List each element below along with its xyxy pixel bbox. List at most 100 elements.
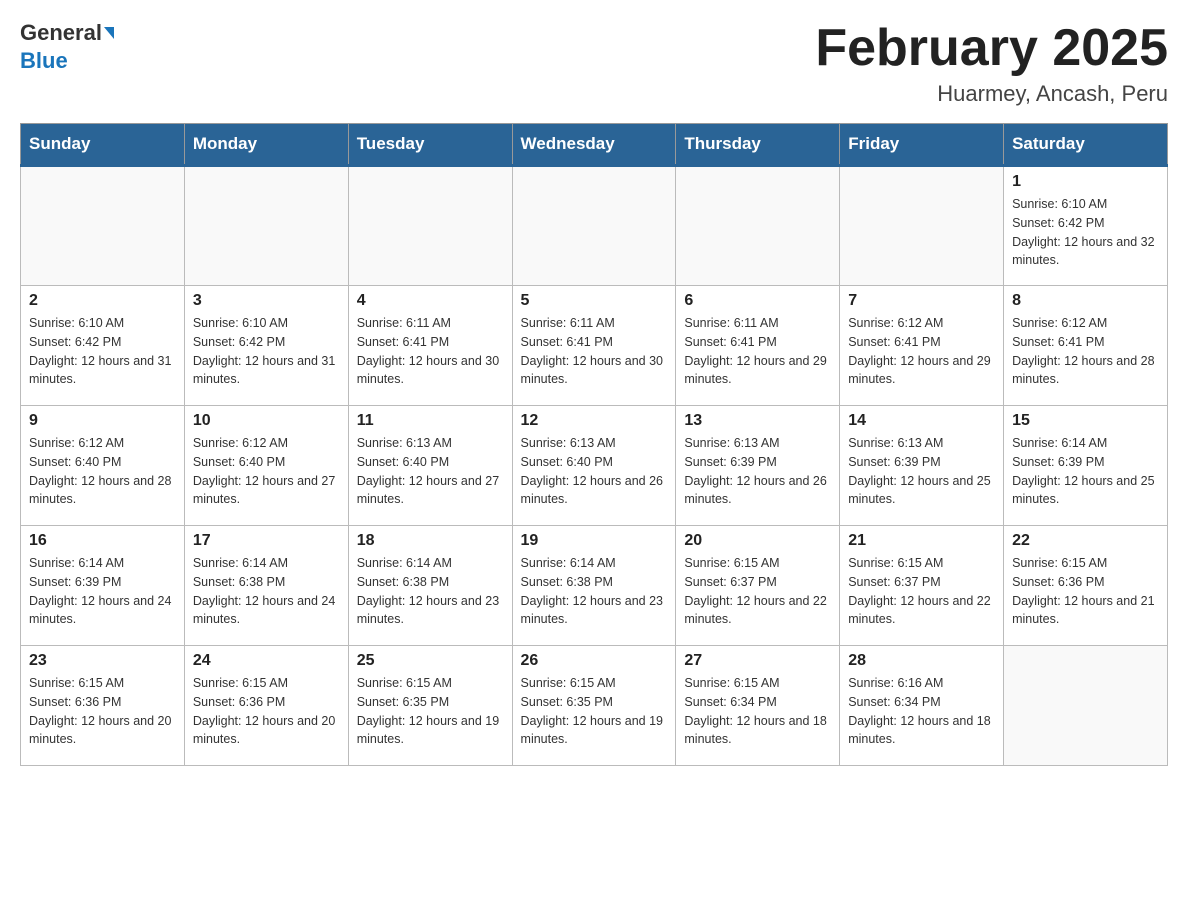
calendar-cell: 11 Sunrise: 6:13 AM Sunset: 6:40 PM Dayli… — [348, 406, 512, 526]
calendar-cell: 14 Sunrise: 6:13 AM Sunset: 6:39 PM Dayli… — [840, 406, 1004, 526]
day-info: Sunrise: 6:10 AM Sunset: 6:42 PM Dayligh… — [1012, 195, 1159, 270]
day-info: Sunrise: 6:14 AM Sunset: 6:39 PM Dayligh… — [1012, 434, 1159, 509]
day-info: Sunrise: 6:14 AM Sunset: 6:38 PM Dayligh… — [193, 554, 340, 629]
calendar-week-2: 9 Sunrise: 6:12 AM Sunset: 6:40 PM Daylig… — [21, 406, 1168, 526]
day-number: 12 — [521, 412, 668, 430]
calendar-cell: 22 Sunrise: 6:15 AM Sunset: 6:36 PM Dayli… — [1004, 526, 1168, 646]
day-number: 21 — [848, 532, 995, 550]
day-info: Sunrise: 6:15 AM Sunset: 6:34 PM Dayligh… — [684, 674, 831, 749]
day-info: Sunrise: 6:15 AM Sunset: 6:36 PM Dayligh… — [193, 674, 340, 749]
day-info: Sunrise: 6:12 AM Sunset: 6:40 PM Dayligh… — [29, 434, 176, 509]
calendar-cell: 3Sunrise: 6:10 AM Sunset: 6:42 PM Daylig… — [184, 286, 348, 406]
logo-line1: General — [20, 20, 114, 46]
day-number: 27 — [684, 652, 831, 670]
day-info: Sunrise: 6:11 AM Sunset: 6:41 PM Dayligh… — [521, 314, 668, 389]
calendar-cell: 4 Sunrise: 6:11 AM Sunset: 6:41 PM Daylig… — [348, 286, 512, 406]
day-number: 26 — [521, 652, 668, 670]
calendar-cell: 18Sunrise: 6:14 AM Sunset: 6:38 PM Dayli… — [348, 526, 512, 646]
calendar-cell: 1 Sunrise: 6:10 AM Sunset: 6:42 PM Daylig… — [1004, 166, 1168, 286]
logo-blue-text: Blue — [20, 48, 68, 74]
calendar-cell — [1004, 646, 1168, 766]
day-info: Sunrise: 6:14 AM Sunset: 6:38 PM Dayligh… — [521, 554, 668, 629]
day-number: 14 — [848, 412, 995, 430]
calendar-table: SundayMondayTuesdayWednesdayThursdayFrid… — [20, 123, 1168, 766]
calendar-cell — [512, 166, 676, 286]
day-number: 28 — [848, 652, 995, 670]
day-info: Sunrise: 6:13 AM Sunset: 6:39 PM Dayligh… — [684, 434, 831, 509]
logo-arrow-icon — [104, 27, 114, 39]
day-number: 20 — [684, 532, 831, 550]
calendar-cell: 24 Sunrise: 6:15 AM Sunset: 6:36 PM Dayli… — [184, 646, 348, 766]
day-header-thursday: Thursday — [676, 124, 840, 166]
day-number: 2 — [29, 292, 176, 310]
day-header-sunday: Sunday — [21, 124, 185, 166]
day-number: 13 — [684, 412, 831, 430]
day-info: Sunrise: 6:12 AM Sunset: 6:41 PM Dayligh… — [1012, 314, 1159, 389]
day-number: 23 — [29, 652, 176, 670]
calendar-cell: 15 Sunrise: 6:14 AM Sunset: 6:39 PM Dayli… — [1004, 406, 1168, 526]
calendar-cell: 23 Sunrise: 6:15 AM Sunset: 6:36 PM Dayli… — [21, 646, 185, 766]
day-number: 5 — [521, 292, 668, 310]
day-info: Sunrise: 6:15 AM Sunset: 6:35 PM Dayligh… — [521, 674, 668, 749]
day-number: 22 — [1012, 532, 1159, 550]
calendar-cell — [184, 166, 348, 286]
page-header: General Blue February 2025 Huarmey, Anca… — [20, 20, 1168, 107]
calendar-cell: 13 Sunrise: 6:13 AM Sunset: 6:39 PM Dayli… — [676, 406, 840, 526]
day-info: Sunrise: 6:10 AM Sunset: 6:42 PM Dayligh… — [193, 314, 340, 389]
calendar-header-row: SundayMondayTuesdayWednesdayThursdayFrid… — [21, 124, 1168, 166]
calendar-cell: 2 Sunrise: 6:10 AM Sunset: 6:42 PM Daylig… — [21, 286, 185, 406]
calendar-cell: 16 Sunrise: 6:14 AM Sunset: 6:39 PM Dayli… — [21, 526, 185, 646]
day-info: Sunrise: 6:14 AM Sunset: 6:38 PM Dayligh… — [357, 554, 504, 629]
day-number: 7 — [848, 292, 995, 310]
day-info: Sunrise: 6:13 AM Sunset: 6:40 PM Dayligh… — [357, 434, 504, 509]
calendar-cell: 25Sunrise: 6:15 AM Sunset: 6:35 PM Dayli… — [348, 646, 512, 766]
day-info: Sunrise: 6:15 AM Sunset: 6:37 PM Dayligh… — [684, 554, 831, 629]
day-info: Sunrise: 6:10 AM Sunset: 6:42 PM Dayligh… — [29, 314, 176, 389]
day-header-monday: Monday — [184, 124, 348, 166]
day-number: 1 — [1012, 173, 1159, 191]
calendar-week-4: 23 Sunrise: 6:15 AM Sunset: 6:36 PM Dayli… — [21, 646, 1168, 766]
day-header-friday: Friday — [840, 124, 1004, 166]
day-number: 24 — [193, 652, 340, 670]
day-number: 17 — [193, 532, 340, 550]
calendar-week-3: 16 Sunrise: 6:14 AM Sunset: 6:39 PM Dayli… — [21, 526, 1168, 646]
calendar-cell: 7Sunrise: 6:12 AM Sunset: 6:41 PM Daylig… — [840, 286, 1004, 406]
day-info: Sunrise: 6:11 AM Sunset: 6:41 PM Dayligh… — [357, 314, 504, 389]
day-header-tuesday: Tuesday — [348, 124, 512, 166]
day-info: Sunrise: 6:15 AM Sunset: 6:37 PM Dayligh… — [848, 554, 995, 629]
calendar-cell — [348, 166, 512, 286]
day-number: 4 — [357, 292, 504, 310]
day-header-wednesday: Wednesday — [512, 124, 676, 166]
day-number: 15 — [1012, 412, 1159, 430]
calendar-cell: 17 Sunrise: 6:14 AM Sunset: 6:38 PM Dayli… — [184, 526, 348, 646]
location-subtitle: Huarmey, Ancash, Peru — [815, 81, 1168, 107]
calendar-cell: 6Sunrise: 6:11 AM Sunset: 6:41 PM Daylig… — [676, 286, 840, 406]
day-number: 8 — [1012, 292, 1159, 310]
day-number: 9 — [29, 412, 176, 430]
calendar-cell: 5 Sunrise: 6:11 AM Sunset: 6:41 PM Daylig… — [512, 286, 676, 406]
day-header-saturday: Saturday — [1004, 124, 1168, 166]
day-info: Sunrise: 6:15 AM Sunset: 6:36 PM Dayligh… — [1012, 554, 1159, 629]
calendar-cell — [840, 166, 1004, 286]
day-info: Sunrise: 6:11 AM Sunset: 6:41 PM Dayligh… — [684, 314, 831, 389]
calendar-cell: 27 Sunrise: 6:15 AM Sunset: 6:34 PM Dayli… — [676, 646, 840, 766]
calendar-cell: 28Sunrise: 6:16 AM Sunset: 6:34 PM Dayli… — [840, 646, 1004, 766]
calendar-cell — [21, 166, 185, 286]
title-section: February 2025 Huarmey, Ancash, Peru — [815, 20, 1168, 107]
day-info: Sunrise: 6:15 AM Sunset: 6:36 PM Dayligh… — [29, 674, 176, 749]
day-info: Sunrise: 6:13 AM Sunset: 6:39 PM Dayligh… — [848, 434, 995, 509]
calendar-week-0: 1 Sunrise: 6:10 AM Sunset: 6:42 PM Daylig… — [21, 166, 1168, 286]
logo-general-text: General — [20, 20, 102, 46]
calendar-cell: 20 Sunrise: 6:15 AM Sunset: 6:37 PM Dayli… — [676, 526, 840, 646]
day-info: Sunrise: 6:13 AM Sunset: 6:40 PM Dayligh… — [521, 434, 668, 509]
day-info: Sunrise: 6:14 AM Sunset: 6:39 PM Dayligh… — [29, 554, 176, 629]
calendar-cell: 9 Sunrise: 6:12 AM Sunset: 6:40 PM Daylig… — [21, 406, 185, 526]
day-number: 19 — [521, 532, 668, 550]
calendar-cell: 12 Sunrise: 6:13 AM Sunset: 6:40 PM Dayli… — [512, 406, 676, 526]
logo: General Blue — [20, 20, 114, 74]
day-info: Sunrise: 6:15 AM Sunset: 6:35 PM Dayligh… — [357, 674, 504, 749]
day-number: 11 — [357, 412, 504, 430]
calendar-cell: 19 Sunrise: 6:14 AM Sunset: 6:38 PM Dayli… — [512, 526, 676, 646]
calendar-week-1: 2 Sunrise: 6:10 AM Sunset: 6:42 PM Daylig… — [21, 286, 1168, 406]
day-number: 16 — [29, 532, 176, 550]
